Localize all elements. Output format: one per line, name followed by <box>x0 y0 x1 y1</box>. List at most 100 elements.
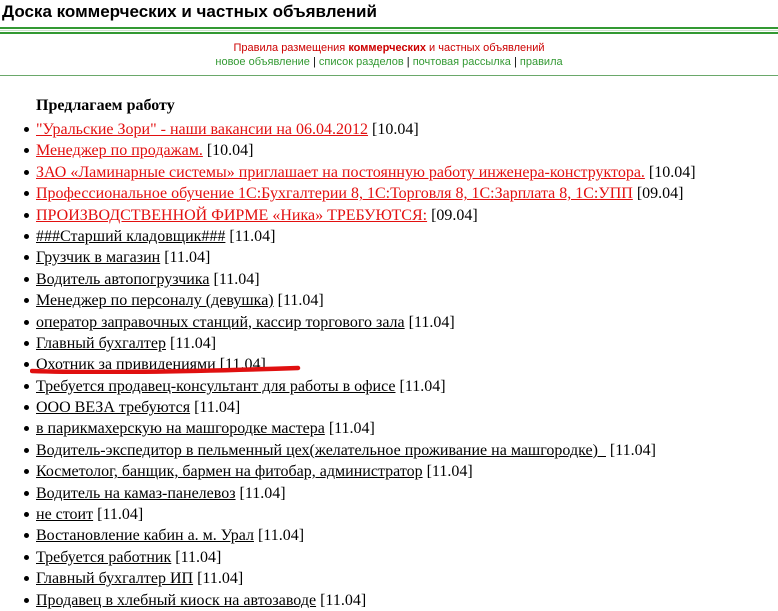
ad-list-item: ПРОИЗВОДСТВЕННОЙ ФИРМЕ «Ника» ТРЕБУЮТСЯ:… <box>0 205 778 226</box>
header-divider <box>0 30 778 31</box>
ad-list-item: не стоит [11.04] <box>0 504 778 525</box>
ad-link[interactable]: ПРОИЗВОДСТВЕННОЙ ФИРМЕ «Ника» ТРЕБУЮТСЯ: <box>36 207 427 224</box>
nav-sections-link[interactable]: список разделов <box>319 56 404 68</box>
ad-link[interactable]: Востановление кабин а. м. Урал <box>36 527 254 544</box>
ad-date: [11.04] <box>213 270 260 288</box>
ad-date: [11.04] <box>194 399 241 417</box>
ad-link[interactable]: Требуется работник <box>36 549 171 566</box>
ad-link[interactable]: ООО ВЕЗА требуются <box>36 399 190 416</box>
nav-separator: | <box>403 56 413 68</box>
bullet-icon <box>24 127 29 132</box>
ad-list-item: Охотник за привидениями [11.04] <box>0 354 778 375</box>
ad-date: [11.04] <box>219 356 266 374</box>
ad-list-item: Водитель-экспедитор в пельменный цех(жел… <box>0 440 778 461</box>
ad-date: [11.04] <box>169 334 217 352</box>
bullet-icon <box>24 426 29 432</box>
rules-line: Правила размещения коммерческих и частны… <box>0 41 778 55</box>
ad-link[interactable]: Менеджер по продажам. <box>36 142 203 159</box>
bullet-icon <box>24 533 29 539</box>
ad-list-item: Главный бухгалтер ИП [11.04] <box>0 568 778 589</box>
ad-date: [11.04] <box>328 420 375 438</box>
ad-link[interactable]: Косметолог, банщик, бармен на фитобар, а… <box>36 463 423 480</box>
bullet-icon <box>24 469 29 475</box>
ad-date: [10.04] <box>206 142 254 160</box>
ad-list-item: Водитель автопогрузчика [11.04] <box>0 269 778 290</box>
bullet-icon <box>24 340 29 346</box>
ads-list: "Уральские Зори" - наши вакансии на 06.0… <box>0 119 778 611</box>
ad-date: [10.04] <box>372 121 419 138</box>
bullet-icon <box>24 362 29 368</box>
ad-date: [11.04] <box>164 249 211 267</box>
bullet-icon <box>24 298 29 304</box>
ad-link[interactable]: оператор заправочных станций, кассир тор… <box>36 314 405 331</box>
ad-date: [11.04] <box>239 484 286 502</box>
ad-link[interactable]: ###Старший кладовщик### <box>36 228 225 245</box>
rules-commercial: коммерческих <box>348 42 426 54</box>
ad-link[interactable]: Водитель-экспедитор в пельменный цех(жел… <box>36 442 606 459</box>
ad-list-item: Требуется продавец-консультант для работ… <box>0 376 778 397</box>
ad-date: [11.04] <box>229 227 276 245</box>
ad-date: [09.04] <box>431 206 478 224</box>
ad-link[interactable]: Продавец в хлебный киоск на автозаводе <box>36 592 316 609</box>
header-links: Правила размещения коммерческих и частны… <box>0 41 778 69</box>
ad-list-item: ООО ВЕЗА требуются [11.04] <box>0 397 778 418</box>
ad-date: [10.04] <box>648 163 696 181</box>
ad-link[interactable]: Менеджер по персоналу (девушка) <box>36 292 274 309</box>
ad-list-item: Продавец в хлебный киоск на автозаводе [… <box>0 590 778 611</box>
bullet-icon <box>24 512 29 518</box>
ad-list-item: Грузчик в магазин [11.04] <box>0 247 778 268</box>
ad-link[interactable]: Профессиональное обучение 1С:Бухгалтерии… <box>36 185 633 202</box>
ad-link[interactable]: в парикмахерскую на машгородке мастера <box>36 420 325 437</box>
ad-list-item: Косметолог, банщик, бармен на фитобар, а… <box>0 461 778 482</box>
ad-date: [11.04] <box>426 463 473 481</box>
ad-link[interactable]: Требуется продавец-консультант для работ… <box>36 378 396 395</box>
ad-list-item: Менеджер по продажам. [10.04] <box>0 140 778 161</box>
bullet-icon <box>24 212 29 218</box>
bullet-icon <box>24 554 29 560</box>
header-divider <box>0 32 778 34</box>
ad-link[interactable]: "Уральские Зори" - наши вакансии на 06.0… <box>36 121 368 138</box>
ad-link[interactable]: Главный бухгалтер ИП <box>36 570 193 587</box>
ad-date: [11.04] <box>277 292 324 310</box>
bullet-icon <box>24 576 29 582</box>
ad-link[interactable]: ЗАО «Ламинарные системы» приглашает на п… <box>36 164 645 181</box>
ad-date: [11.04] <box>175 548 222 566</box>
ad-list-item: Востановление кабин а. м. Урал [11.04] <box>0 525 778 546</box>
rules-and-private: и частных объявлений <box>429 42 545 54</box>
site-title: Доска коммерческих и частных объявлений <box>2 2 377 21</box>
ad-list-item: ЗАО «Ламинарные системы» приглашает на п… <box>0 162 778 183</box>
bullet-icon <box>24 255 29 261</box>
ad-link[interactable]: Главный бухгалтер <box>36 335 166 352</box>
ad-list-item: Менеджер по персоналу (девушка) [11.04] <box>0 290 778 311</box>
ad-list-item: ###Старший кладовщик### [11.04] <box>0 226 778 247</box>
nav-rules-link[interactable]: правила <box>520 56 563 68</box>
ad-list-item: Водитель на камаз-панелевоз [11.04] <box>0 483 778 504</box>
ad-date: [09.04] <box>636 185 684 203</box>
section-heading: Предлагаем работу <box>36 97 175 114</box>
header-divider <box>0 27 778 29</box>
ad-list-item: оператор заправочных станций, кассир тор… <box>0 312 778 333</box>
nav-new-ad-link[interactable]: новое объявление <box>215 56 310 68</box>
bullet-icon <box>24 405 29 411</box>
bullet-icon <box>24 276 29 282</box>
bullet-icon <box>24 169 29 175</box>
ad-date: [11.04] <box>97 506 144 524</box>
ad-list-item: "Уральские Зори" - наши вакансии на 06.0… <box>0 119 778 140</box>
bullet-icon <box>24 148 29 154</box>
ad-list-item: в парикмахерскую на машгородке мастера [… <box>0 418 778 439</box>
bullet-icon <box>24 490 29 496</box>
ad-link[interactable]: Грузчик в магазин <box>36 249 160 266</box>
bullet-icon <box>24 233 29 239</box>
ad-date: [11.04] <box>257 527 305 545</box>
ad-link[interactable]: Охотник за привидениями <box>36 356 216 373</box>
bullet-icon <box>24 597 29 603</box>
ad-link[interactable]: Водитель автопогрузчика <box>36 271 209 288</box>
nav-mailing-link[interactable]: почтовая рассылка <box>413 56 511 68</box>
nav-separator: | <box>510 56 520 68</box>
ad-link[interactable]: не стоит <box>36 506 93 523</box>
ad-list-item: Главный бухгалтер [11.04] <box>0 333 778 354</box>
rules-prefix: Правила размещения <box>233 42 346 54</box>
nav-separator: | <box>309 56 319 68</box>
bullet-icon <box>24 447 29 453</box>
ad-link[interactable]: Водитель на камаз-панелевоз <box>36 485 236 502</box>
